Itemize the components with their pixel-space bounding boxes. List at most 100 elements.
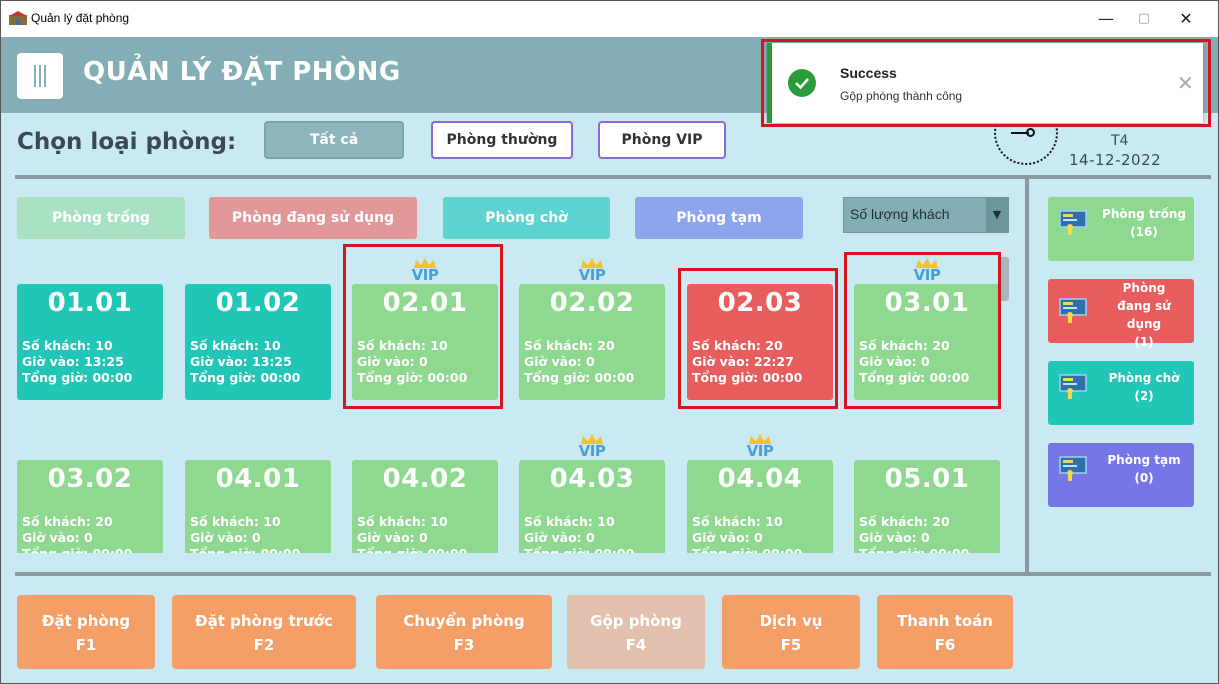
guest-count-value: Số lượng khách [850,206,950,222]
book-room-button[interactable]: Đặt phòng F1 [17,595,155,669]
status-empty-button[interactable]: Phòng trống [17,197,185,239]
room-card[interactable]: 04.02 Số khách: 10Giờ vào: 0Tổng giờ: 00:… [352,460,498,553]
room-code: 03.02 [47,464,133,494]
room-card[interactable]: 03.02 Số khách: 20Giờ vào: 0Tổng giờ: 00:… [17,460,163,553]
legend-count: (1) [1134,335,1154,349]
action-label: Gộp phòng [590,612,682,630]
status-using-button[interactable]: Phòng đang sử dụng [209,197,417,239]
room-checkin: Giờ vào: 13:25 [190,354,292,369]
current-date: 14-12-2022 [1069,151,1162,169]
room-card[interactable]: 02.02 Số khách: 20 Giờ vào: 0 Tổng giờ: 00:… [519,284,665,400]
payment-button[interactable]: Thanh toán F6 [877,595,1013,669]
room-checkin: Giờ vào: 0 [859,530,930,545]
room-code: 04.03 [549,464,635,494]
legend-item: Phòng trống (16) [1048,197,1194,261]
room-code: 04.01 [215,464,301,494]
divider-top [15,175,1211,179]
room-code: 04.02 [382,464,468,494]
room-total-time: Tổng giờ: 00:00 [190,546,300,553]
divider-bottom [15,572,1211,576]
vip-label: VIP [578,442,606,460]
vip-badge: VIP [572,434,612,460]
action-label: Chuyển phòng [403,612,525,630]
room-guests: Số khách: 10 [190,338,281,353]
room-code: 05.01 [884,464,970,494]
action-label: Dịch vụ [759,612,823,630]
room-card[interactable]: 01.01 Số khách: 10 Giờ vào: 13:25 Tổng giờ:… [17,284,163,400]
legend-count: (16) [1130,225,1158,239]
merge-room-button[interactable]: Gộp phòng F4 [567,595,705,669]
karaoke-icon [1059,210,1087,235]
room-checkin: Giờ vào: 0 [190,530,261,545]
filter-normal-button[interactable]: Phòng thường [431,121,573,159]
filter-all-button[interactable]: Tất cả [264,121,404,159]
room-card[interactable]: 04.03 Số khách: 10Giờ vào: 0Tổng giờ: 00:… [519,460,665,553]
room-total-time: Tổng giờ: 00:00 [524,546,634,553]
guest-count-select[interactable]: Số lượng khách ▼ [843,197,1009,233]
app-icon [9,11,27,25]
room-type-label: Chọn loại phòng: [17,129,237,155]
room-checkin: Giờ vào: 13:25 [22,354,124,369]
room-code: 04.04 [717,464,803,494]
legend-item: Phòng đang sử dụng (1) [1048,279,1194,349]
legend-label: Phòng đang sử dụng [1117,281,1171,331]
pre-book-button[interactable]: Đặt phòng trước F2 [172,595,356,669]
menu-button[interactable] [17,53,63,99]
room-guests: Số khách: 20 [859,514,950,529]
vip-label: VIP [746,442,774,460]
action-label: Đặt phòng [41,612,131,630]
action-label: Thanh toán [897,612,993,630]
service-button[interactable]: Dịch vụ F5 [722,595,860,669]
page-title: QUẢN LÝ ĐẶT PHÒNG [83,57,401,87]
highlight-room-02-01 [343,244,503,409]
highlight-toast [761,39,1211,127]
day-of-week: T4 [1111,133,1129,149]
legend-count: (2) [1134,389,1154,403]
action-shortcut: F2 [253,636,275,654]
karaoke-icon [1059,298,1087,323]
room-guests: Số khách: 10 [692,514,783,529]
room-checkin: Giờ vào: 0 [524,354,595,369]
action-shortcut: F6 [934,636,956,654]
vip-badge: VIP [572,258,612,284]
maximize-button[interactable]: ▢ [1121,5,1167,33]
karaoke-icon [1059,374,1087,399]
room-guests: Số khách: 10 [190,514,281,529]
legend-count: (0) [1134,471,1154,485]
vip-label: VIP [578,266,606,284]
chevron-down-icon[interactable]: ▼ [986,198,1008,232]
room-card[interactable]: 01.02 Số khách: 10 Giờ vào: 13:25 Tổng giờ:… [185,284,331,400]
action-shortcut: F4 [625,636,647,654]
room-total-time: Tổng giờ: 00:00 [22,370,133,385]
legend-label: Phòng chờ [1108,371,1180,385]
room-code: 01.01 [47,288,133,318]
room-card[interactable]: 04.01 Số khách: 10Giờ vào: 0Tổng giờ: 00:… [185,460,331,553]
action-shortcut: F5 [780,636,802,654]
window-title: Quản lý đặt phòng [31,11,130,25]
room-card[interactable]: 04.04 Số khách: 10Giờ vào: 0Tổng giờ: 00:… [687,460,833,553]
clock-center [1026,128,1035,137]
status-temp-button[interactable]: Phòng tạm [635,197,803,239]
room-total-time: Tổng giờ: 00:00 [692,546,802,553]
room-total-time: Tổng giờ: 00:00 [524,370,635,385]
action-shortcut: F1 [75,636,97,654]
room-code: 01.02 [215,288,301,318]
action-shortcut: F3 [453,636,475,654]
room-total-time: Tổng giờ: 00:00 [357,546,467,553]
legend-item: Phòng chờ (2) [1048,361,1194,425]
title-bar: Quản lý đặt phòng — ▢ ✕ [1,1,1218,37]
room-total-time: Tổng giờ: 00:00 [859,546,969,553]
status-waiting-button[interactable]: Phòng chờ [443,197,610,239]
karaoke-icon [1059,456,1087,481]
transfer-room-button[interactable]: Chuyển phòng F3 [376,595,552,669]
action-label: Đặt phòng trước [195,612,333,630]
room-checkin: Giờ vào: 0 [357,530,428,545]
filter-vip-button[interactable]: Phòng VIP [598,121,726,159]
legend-label: Phòng tạm [1107,453,1181,467]
vip-badge: VIP [740,434,780,460]
room-card[interactable]: 05.01 Số khách: 20Giờ vào: 0Tổng giờ: 00:… [854,460,1000,553]
room-guests: Số khách: 10 [524,514,615,529]
close-button[interactable]: ✕ [1163,5,1209,33]
room-code: 02.02 [549,288,635,318]
app-window: Quản lý đặt phòng — ▢ ✕ QUẢN LÝ ĐẶT PHÒN… [0,0,1219,684]
